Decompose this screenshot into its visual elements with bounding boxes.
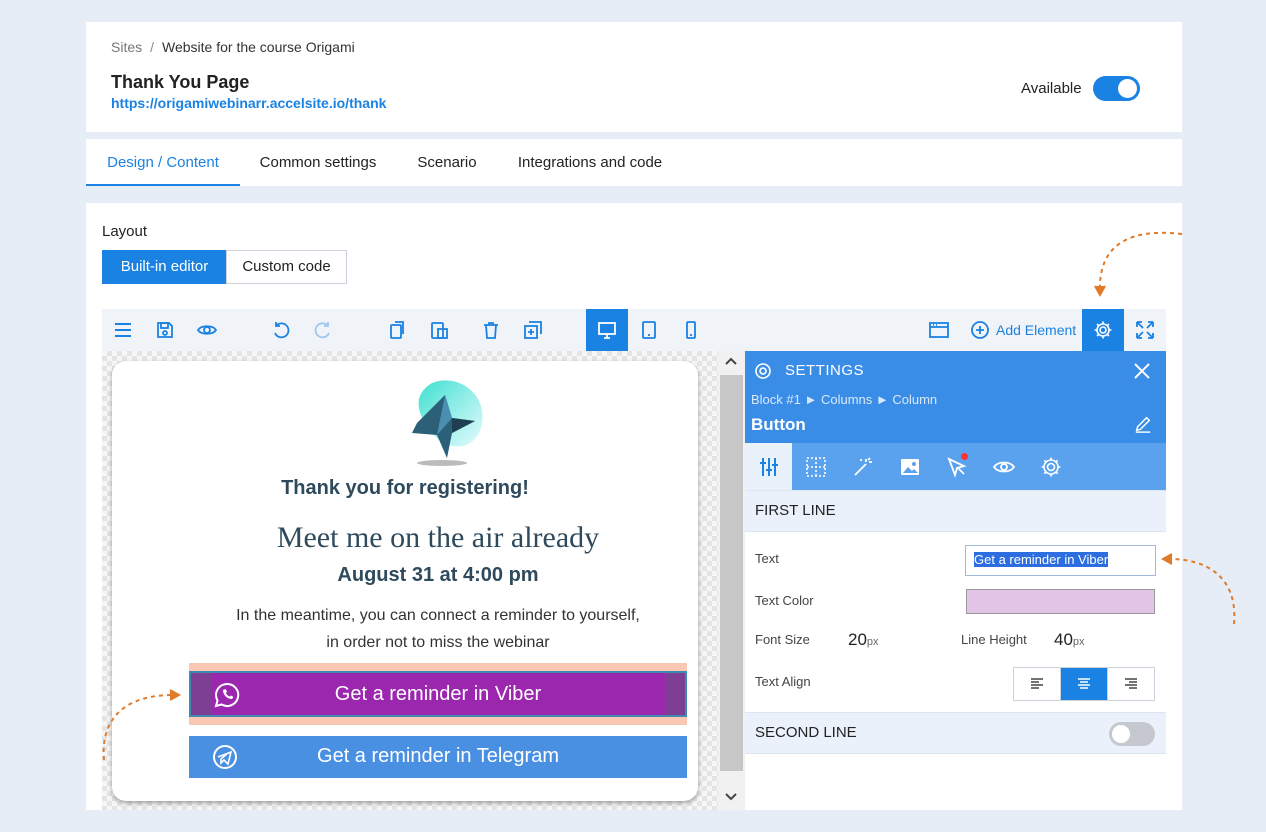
meantime-text-line-1: In the meantime, you can connect a remin… <box>236 607 640 624</box>
second-line-toggle[interactable] <box>1109 722 1155 746</box>
fullscreen-icon[interactable] <box>1134 319 1156 341</box>
page-header: Sites / Website for the course Origami Tha… <box>86 22 1182 132</box>
undo-icon[interactable] <box>270 319 292 341</box>
page-title: Thank You Page <box>111 72 250 92</box>
paste-icon[interactable] <box>428 319 450 341</box>
selected-element-name: Button <box>751 415 806 434</box>
preview-eye-icon[interactable] <box>196 319 218 341</box>
editor-toolbar: Add Element <box>102 309 1166 351</box>
viber-button-label: Get a reminder in Viber <box>334 683 542 705</box>
tablet-icon[interactable] <box>638 319 660 341</box>
tab-bar: Design / Content Common settings Scenari… <box>86 139 1182 186</box>
magic-wand-icon[interactable] <box>839 443 886 490</box>
visibility-eye-icon[interactable] <box>980 443 1027 490</box>
settings-tab-bar <box>745 443 1166 490</box>
breadcrumb-current: Website for the course Origami <box>162 39 355 55</box>
text-color-swatch[interactable] <box>966 589 1155 614</box>
text-align-label: Text Align <box>755 674 811 689</box>
cursor-click-icon[interactable] <box>933 443 980 490</box>
font-size-label: Font Size <box>755 632 810 647</box>
page-preview: Thank you for registering! Meet me on th… <box>112 361 698 801</box>
align-left-icon[interactable] <box>1014 668 1061 700</box>
align-center-icon[interactable] <box>1061 668 1108 700</box>
viber-reminder-button[interactable]: Get a reminder in Viber <box>189 671 687 717</box>
duplicate-icon[interactable] <box>522 319 544 341</box>
trash-icon[interactable] <box>480 319 502 341</box>
tab-design-content[interactable]: Design / Content <box>86 139 240 186</box>
tab-common-settings[interactable]: Common settings <box>248 139 388 186</box>
plus-circle-icon <box>971 321 989 339</box>
scrollbar-thumb[interactable] <box>720 375 743 771</box>
breadcrumb-separator: / <box>150 39 155 55</box>
line-height-label: Line Height <box>961 632 1027 647</box>
pencil-edit-icon[interactable] <box>1134 415 1152 433</box>
settings-title: SETTINGS <box>785 362 865 379</box>
tab-scenario[interactable]: Scenario <box>406 139 488 186</box>
second-line-section: SECOND LINE <box>745 712 1166 754</box>
builtin-editor-button[interactable]: Built-in editor <box>102 250 227 284</box>
settings-gear-icon <box>755 363 771 379</box>
editor-canvas[interactable]: Thank you for registering! Meet me on th… <box>102 351 718 810</box>
text-label: Text <box>755 551 779 566</box>
mobile-icon[interactable] <box>680 319 702 341</box>
meantime-text-line-2: in order not to miss the webinar <box>326 634 550 651</box>
button-text-value: Get a reminder in Viber <box>974 552 1109 567</box>
thanks-heading: Thank you for registering! <box>281 477 529 499</box>
available-label: Available <box>1021 80 1082 97</box>
custom-code-button[interactable]: Custom code <box>226 250 347 284</box>
menu-icon[interactable] <box>112 319 134 341</box>
line-height-value[interactable]: 40px <box>1054 630 1085 650</box>
copy-icon[interactable] <box>386 319 408 341</box>
save-icon[interactable] <box>154 319 176 341</box>
page-url-link[interactable]: https://origamiwebinarr.accelsite.io/tha… <box>111 95 386 111</box>
grid-spacing-icon[interactable] <box>792 443 839 490</box>
align-right-icon[interactable] <box>1108 668 1154 700</box>
canvas-scrollbar[interactable] <box>718 351 745 810</box>
layout-panel: Layout Built-in editor Custom code Add E… <box>86 203 1182 810</box>
notification-dot <box>961 453 968 460</box>
first-line-section: FIRST LINE <box>745 490 1166 532</box>
origami-logo-icon <box>412 380 483 466</box>
scroll-down-icon[interactable] <box>724 791 738 805</box>
window-icon[interactable] <box>928 319 950 341</box>
breadcrumb: Sites / Website for the course Origami <box>111 39 355 55</box>
breadcrumb-sites-link[interactable]: Sites <box>111 39 142 55</box>
meet-heading: Meet me on the air already <box>276 521 600 554</box>
gear-icon[interactable] <box>1082 309 1124 351</box>
telegram-button-label: Get a reminder in Telegram <box>317 745 559 767</box>
telegram-reminder-button[interactable]: Get a reminder in Telegram <box>189 736 687 778</box>
add-element-button[interactable]: Add Element <box>970 319 1076 341</box>
redo-icon[interactable] <box>312 319 334 341</box>
settings-breadcrumb[interactable]: Block #1 ► Columns ► Column <box>751 392 937 407</box>
available-toggle[interactable] <box>1093 76 1140 101</box>
scroll-up-icon[interactable] <box>724 355 738 369</box>
webinar-date: August 31 at 4:00 pm <box>337 564 539 586</box>
font-size-value[interactable]: 20px <box>848 630 879 650</box>
tab-integrations-code[interactable]: Integrations and code <box>506 139 674 186</box>
text-color-label: Text Color <box>755 593 814 608</box>
settings-header: SETTINGS Block #1 ► Columns ► Column But… <box>745 351 1166 443</box>
settings-panel: SETTINGS Block #1 ► Columns ► Column But… <box>745 351 1166 810</box>
close-icon[interactable] <box>1132 361 1152 381</box>
button-text-input[interactable]: Get a reminder in Viber <box>965 545 1156 576</box>
sliders-icon[interactable] <box>745 443 792 490</box>
text-align-group <box>1013 667 1155 701</box>
add-element-label: Add Element <box>996 322 1077 338</box>
image-icon[interactable] <box>886 443 933 490</box>
desktop-icon[interactable] <box>586 309 628 351</box>
layout-label: Layout <box>102 223 148 240</box>
advanced-gear-icon[interactable] <box>1027 443 1074 490</box>
